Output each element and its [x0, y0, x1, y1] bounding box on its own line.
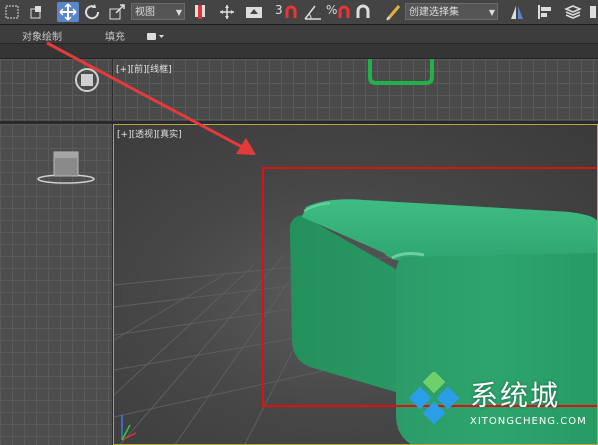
viewcube-top-icon[interactable]: [0, 59, 112, 121]
viewport-left[interactable]: [0, 124, 112, 445]
edit-named-selection-icon[interactable]: [382, 2, 404, 22]
select-region-icon[interactable]: [2, 2, 22, 22]
layer-manager-icon[interactable]: [562, 2, 584, 22]
main-toolbar: 视图 ▼ 3 % 创建选择集 ▼: [0, 0, 598, 25]
chevron-down-icon: ▼: [175, 8, 182, 17]
move-tool-icon[interactable]: [57, 2, 79, 22]
watermark-text: 系统城: [470, 379, 561, 412]
spinner-snap-icon[interactable]: [354, 2, 372, 22]
green-box-front-shape[interactable]: [113, 59, 598, 121]
chevron-down-icon: ▼: [488, 8, 495, 17]
viewcube-left-icon[interactable]: [0, 124, 112, 224]
rotate-tool-icon[interactable]: [82, 2, 102, 22]
watermark-domain: XITONGCHENG.COM: [470, 416, 587, 427]
scale-tool-icon[interactable]: [106, 2, 128, 22]
named-selection-value: 创建选择集: [409, 7, 459, 18]
viewport-front[interactable]: [+][前][线框]: [113, 59, 598, 121]
window-crossing-icon[interactable]: [26, 2, 46, 22]
angle-snap-icon[interactable]: [302, 2, 324, 22]
ribbon-options-button[interactable]: [146, 28, 166, 40]
tab-populate[interactable]: 填充: [105, 28, 125, 43]
viewport-top[interactable]: [0, 59, 112, 121]
watermark-logo: [408, 370, 468, 432]
reference-coordinate-dropdown[interactable]: 视图 ▼: [131, 3, 185, 20]
snap-toggle-label[interactable]: 3: [275, 3, 283, 17]
align-icon[interactable]: [534, 2, 556, 22]
toolbar-overflow-icon[interactable]: [588, 2, 598, 22]
percent-snap-magnet-icon[interactable]: [336, 2, 352, 22]
keyboard-shortcut-icon[interactable]: [243, 2, 265, 22]
ribbon-panel: [0, 44, 598, 59]
reference-coordinate-value: 视图: [135, 7, 155, 18]
pivot-center-icon[interactable]: [190, 2, 210, 22]
highlight-rectangle: [262, 167, 597, 407]
ribbon-tabs: 对象绘制 填充: [0, 25, 598, 44]
tab-object-paint[interactable]: 对象绘制: [22, 28, 62, 43]
named-selection-dropdown[interactable]: 创建选择集 ▼: [405, 3, 498, 20]
select-manipulate-icon[interactable]: [216, 2, 238, 22]
mirror-icon[interactable]: [506, 2, 528, 22]
snap-magnet-icon[interactable]: [283, 2, 299, 22]
